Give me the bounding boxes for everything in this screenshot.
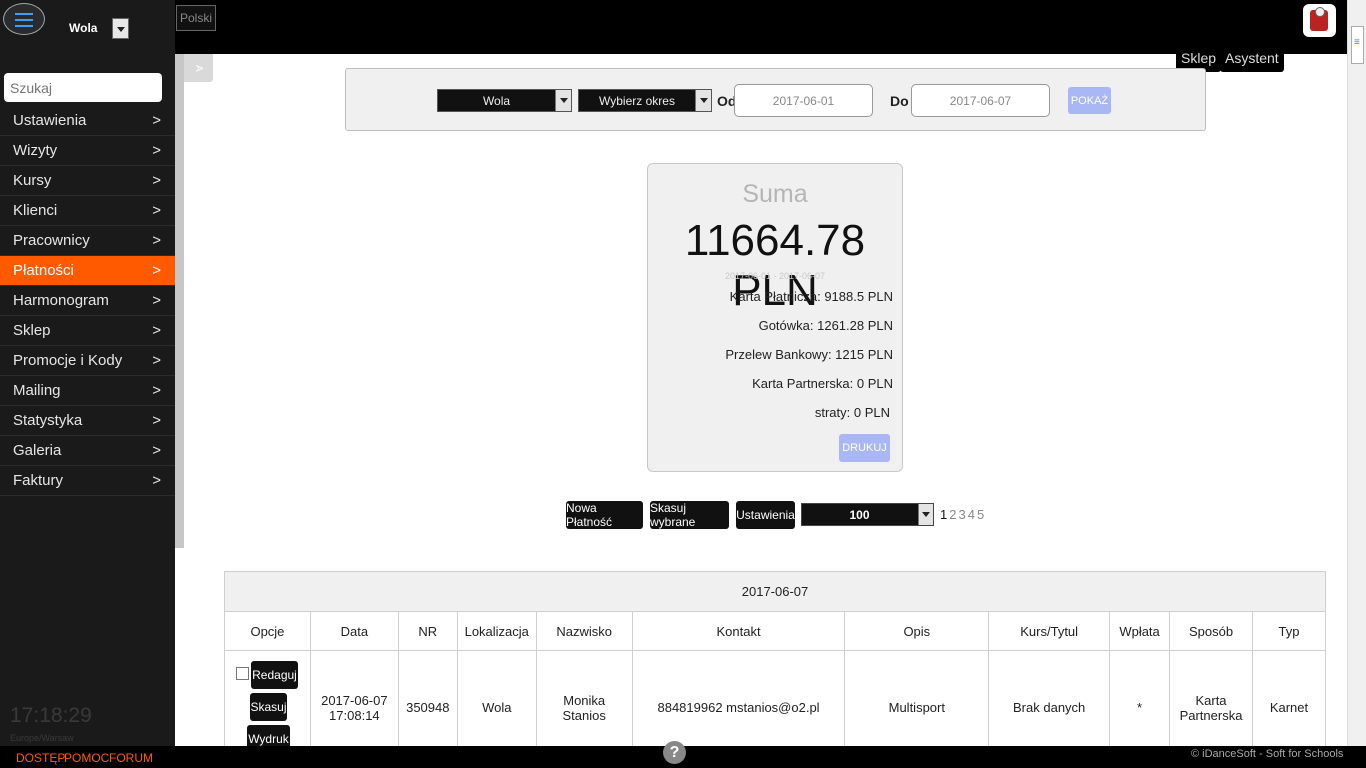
chevron-right-icon: >	[152, 412, 161, 429]
per-page-select[interactable]: 100	[801, 503, 934, 526]
payments-table: 2017-06-07 Opcje Data NR Lokalizacja Naz…	[224, 571, 1327, 765]
language-button[interactable]: Polski	[176, 5, 217, 31]
sidebar-item-wizyty[interactable]: Wizyty >	[0, 136, 175, 166]
scrollbar-thumb[interactable]	[1351, 26, 1364, 64]
chevron-right-icon: >	[152, 202, 161, 219]
sidebar-item-pracownicy[interactable]: Pracownicy >	[0, 226, 175, 256]
page-link[interactable]: 4	[968, 507, 975, 522]
sidebar-item-kursy[interactable]: Kursy >	[0, 166, 175, 196]
chevron-right-icon: >	[152, 292, 161, 309]
row-checkbox[interactable]	[236, 667, 249, 680]
top-bar	[175, 0, 1347, 54]
sidebar-scrollbar[interactable]	[175, 54, 184, 548]
pagination: 12345	[940, 507, 986, 522]
sidebar-item-faktury[interactable]: Faktury >	[0, 466, 175, 496]
column-header: Typ	[1251, 611, 1327, 651]
column-header: NR	[397, 611, 458, 651]
delete-button[interactable]: Skasuj	[250, 693, 287, 721]
column-header: Opis	[844, 611, 990, 651]
chevron-down-icon	[918, 504, 933, 525]
page-scrollbar[interactable]	[1347, 0, 1366, 746]
edit-button[interactable]: Redaguj	[251, 661, 298, 689]
footer-link-dostep[interactable]: DOSTĘP	[16, 751, 65, 765]
summary-line-transfer: Przelew Bankowy: 1215 PLN	[725, 347, 893, 362]
chevron-right-icon: >	[152, 322, 161, 339]
sidebar-item-platnosci[interactable]: Płatności >	[0, 256, 175, 286]
chevron-right-icon: >	[152, 172, 161, 189]
search-input[interactable]	[4, 73, 162, 102]
column-header: Opcje	[224, 611, 311, 651]
sidebar-item-promocje[interactable]: Promocje i Kody >	[0, 346, 175, 376]
page-link[interactable]: 3	[958, 507, 965, 522]
column-header: Wpłata	[1109, 611, 1171, 651]
sidebar-item-klienci[interactable]: Klienci >	[0, 196, 175, 226]
chevron-right-icon: >	[152, 232, 161, 249]
sidebar-item-harmonogram[interactable]: Harmonogram >	[0, 286, 175, 316]
settings-button[interactable]: Ustawienia	[736, 501, 795, 529]
summary-line-card: Karta Płatnicza: 9188.5 PLN	[729, 289, 893, 304]
sidebar-item-sklep[interactable]: Sklep >	[0, 316, 175, 346]
timezone-label: Europe/Warsaw	[10, 733, 74, 743]
summary-line-losses: straty: 0 PLN	[814, 405, 890, 420]
sidebar-item-statystyka[interactable]: Statystyka >	[0, 406, 175, 436]
page-link[interactable]: 5	[977, 507, 984, 522]
chevron-right-icon: >	[152, 472, 161, 489]
chevron-right-icon: >	[152, 112, 161, 129]
side-panel-tab[interactable]: A	[184, 54, 213, 82]
location-dropdown-button[interactable]	[112, 18, 129, 39]
table-group-date: 2017-06-07	[224, 571, 1326, 612]
new-payment-button[interactable]: Nowa Płatność	[566, 501, 643, 529]
hamburger-menu-icon[interactable]	[3, 3, 45, 35]
to-date-input[interactable]	[911, 84, 1050, 117]
location-name: Wola	[69, 21, 98, 35]
sidebar-item-ustawienia[interactable]: Ustawienia >	[0, 106, 175, 136]
chevron-right-icon: >	[152, 352, 161, 369]
from-date-input[interactable]	[734, 84, 873, 117]
footer-link-forum[interactable]: FORUM	[109, 751, 153, 765]
summary-line-partner: Karta Partnerska: 0 PLN	[752, 376, 893, 391]
page-link[interactable]: 1	[940, 507, 947, 522]
help-icon[interactable]: ?	[663, 741, 686, 764]
to-label: Do	[890, 93, 909, 109]
summary-title: Suma	[742, 180, 808, 208]
assistant-tab[interactable]: Asystent	[1220, 43, 1284, 72]
user-avatar-icon[interactable]	[1303, 4, 1336, 37]
period-select[interactable]: Wybierz okres	[578, 89, 712, 112]
show-button[interactable]: POKAŻ	[1068, 87, 1111, 114]
sidebar: Wola Ustawienia> Wizyty> Kursy> Klienci>…	[0, 0, 175, 746]
chevron-right-icon: >	[152, 382, 161, 399]
sidebar-item-galeria[interactable]: Galeria >	[0, 436, 175, 466]
column-header: Data	[309, 611, 399, 651]
copyright: © iDanceSoft - Soft for Schools	[1191, 748, 1344, 760]
chevron-down-icon	[695, 90, 711, 111]
clock: 17:18:29	[10, 704, 92, 727]
sidebar-nav: Ustawienia > Wizyty > Kursy > Klienci > Prac…	[0, 106, 175, 496]
footer-link-pomoc[interactable]: POMOC	[64, 751, 109, 765]
chevron-down-icon	[555, 90, 571, 111]
column-header: Lokalizacja	[456, 611, 537, 651]
sidebar-item-mailing[interactable]: Mailing >	[0, 376, 175, 406]
column-header: Kurs/Tytul	[988, 611, 1111, 651]
summary-range: 2017-06-01 - 2017-06-07	[724, 271, 826, 281]
delete-selected-button[interactable]: Skasuj wybrane	[650, 501, 729, 529]
summary-line-cash: Gotówka: 1261.28 PLN	[758, 318, 893, 333]
location-select[interactable]: Wola	[437, 89, 572, 112]
page-link[interactable]: 2	[949, 507, 956, 522]
chevron-right-icon: >	[152, 142, 161, 159]
chevron-right-icon: >	[152, 442, 161, 459]
column-header: Kontakt	[631, 611, 846, 651]
column-header: Nazwisko	[535, 611, 633, 651]
print-button[interactable]: DRUKUJ	[839, 434, 890, 462]
column-header: Sposób	[1169, 611, 1253, 651]
chevron-right-icon: >	[152, 262, 161, 279]
